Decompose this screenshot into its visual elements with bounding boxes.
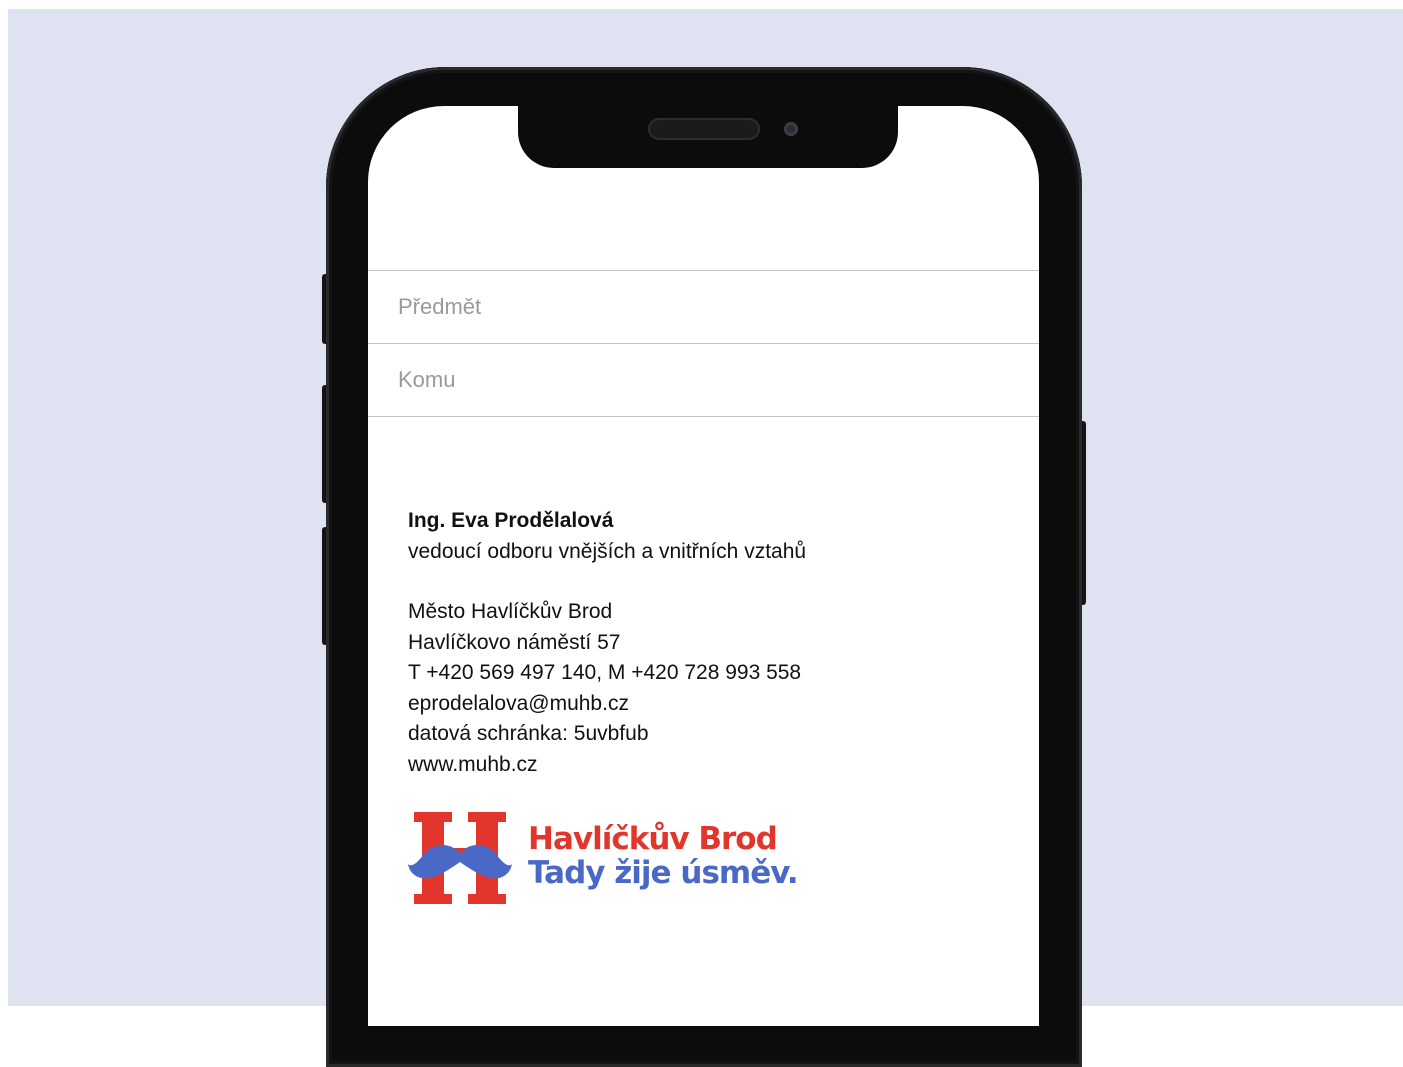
signature-name: Ing. Eva Prodělalová xyxy=(408,509,614,532)
notch xyxy=(518,106,898,168)
signature-position: vedoucí odboru vnějších a vnitřních vzta… xyxy=(408,539,807,563)
subject-input[interactable] xyxy=(398,289,998,325)
h-mustache-logo-icon xyxy=(408,812,512,904)
signature-organization: Město Havlíčkův Brod xyxy=(408,600,613,623)
signature-address: Havlíčkovo náměstí 57 xyxy=(408,630,621,654)
signature-email: eprodelalova@muhb.cz xyxy=(408,691,629,715)
city-logo: Havlíčkův Brod Tady žije úsměv. xyxy=(408,810,799,906)
logo-slogan: Tady žije úsměv. xyxy=(528,855,799,891)
signature-spacer xyxy=(408,567,1008,597)
signature-website: www.muhb.cz xyxy=(408,752,538,776)
to-row xyxy=(368,343,1039,417)
signature-data-box: datová schránka: 5uvbfub xyxy=(408,722,649,745)
logo-city-name: Havlíčkův Brod xyxy=(528,821,778,857)
to-input[interactable] xyxy=(398,362,998,398)
phone-screen: Ing. Eva Prodělalová vedoucí odboru vněj… xyxy=(368,106,1039,1026)
speaker-grille xyxy=(648,118,760,140)
signature-phones: T +420 569 497 140, M +420 728 993 558 xyxy=(408,661,802,684)
camera-icon xyxy=(784,122,798,136)
logo-wordmark: Havlíčkův Brod Tady žije úsměv. xyxy=(528,821,799,891)
subject-row xyxy=(368,270,1039,343)
email-signature: Ing. Eva Prodělalová vedoucí odboru vněj… xyxy=(408,506,1008,780)
